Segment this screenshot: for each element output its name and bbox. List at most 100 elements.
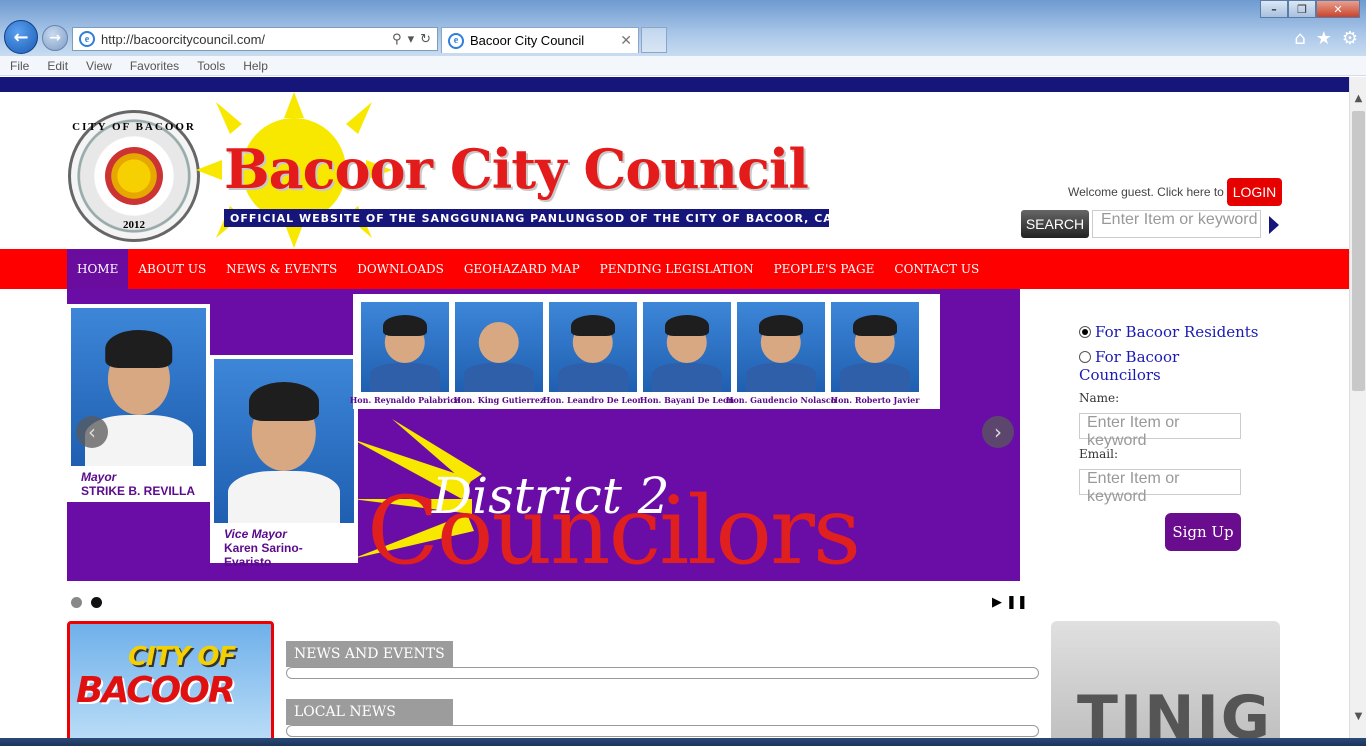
councilor-photo xyxy=(549,302,637,392)
search-input[interactable]: Enter Item or keyword xyxy=(1092,210,1261,238)
radio-councilors-label: For Bacoor Councilors xyxy=(1079,348,1180,384)
councilor-gallery: Hon. Reynaldo Palabrica Hon. King Gutier… xyxy=(350,294,940,409)
menu-favorites[interactable]: Favorites xyxy=(130,59,179,73)
nav-peoples-page[interactable]: PEOPLE'S PAGE xyxy=(764,249,885,289)
site-title[interactable]: Bacoor City Council xyxy=(224,137,809,201)
vice-mayor-title: Vice Mayor xyxy=(224,527,287,541)
mayor-photo-card: Mayor STRIKE B. REVILLA xyxy=(67,304,210,502)
radio-unselected-icon[interactable] xyxy=(1079,351,1091,363)
site-subtitle: OFFICIAL WEBSITE OF THE SANGGUNIANG PANL… xyxy=(224,209,863,227)
scroll-down-icon[interactable]: ▼ xyxy=(1350,708,1366,725)
welcome-text: Welcome guest. Click here to xyxy=(1068,185,1224,199)
name-label: Name: xyxy=(1079,391,1120,405)
slider-dot-1[interactable] xyxy=(71,597,82,608)
tab-title: Bacoor City Council xyxy=(470,33,585,48)
search-button[interactable]: SEARCH xyxy=(1021,210,1089,238)
hero-slider: Mayor STRIKE B. REVILLA Vice Mayor Karen… xyxy=(67,289,1020,581)
slider-prev-button[interactable]: ‹ xyxy=(76,416,108,448)
councilor-card: Hon. Leandro De Leon xyxy=(543,302,643,405)
nav-news-events[interactable]: NEWS & EVENTS xyxy=(216,249,347,289)
refresh-icon[interactable]: ↻ xyxy=(420,32,431,47)
councilor-name: Hon. Roberto Javier xyxy=(830,395,920,405)
seal-name-text: CITY OF BACOOR xyxy=(72,121,196,133)
news-and-events-tab[interactable]: NEWS AND EVENTS xyxy=(286,641,453,667)
local-news-tab[interactable]: LOCAL NEWS xyxy=(286,699,453,725)
page-viewport: CITY OF BACOOR 2012 Bacoor City Council … xyxy=(0,77,1349,738)
gear-icon[interactable]: ⚙ xyxy=(1342,28,1358,49)
sign-up-button[interactable]: Sign Up xyxy=(1165,513,1241,551)
address-url[interactable]: http://bacoorcitycouncil.com/ xyxy=(101,32,386,47)
email-input[interactable]: Enter Item or keyword xyxy=(1079,469,1241,505)
menu-tools[interactable]: Tools xyxy=(197,59,225,73)
slide-heading-district: District 2 xyxy=(432,467,670,525)
radio-councilors[interactable]: For Bacoor Councilors xyxy=(1079,348,1249,384)
nav-downloads[interactable]: DOWNLOADS xyxy=(347,249,454,289)
tab-favicon-icon: e xyxy=(448,32,464,49)
menu-help[interactable]: Help xyxy=(243,59,268,73)
address-bar[interactable]: e http://bacoorcitycouncil.com/ ⚲ ▾ ↻ xyxy=(72,27,438,51)
radio-residents-label: For Bacoor Residents xyxy=(1095,323,1259,341)
councilor-card: Hon. Roberto Javier xyxy=(831,302,919,405)
ie-page-icon: e xyxy=(79,31,95,47)
menu-view[interactable]: View xyxy=(86,59,112,73)
vertical-scrollbar[interactable]: ▲ ▼ xyxy=(1349,77,1366,738)
nav-pending-legislation[interactable]: PENDING LEGISLATION xyxy=(590,249,764,289)
name-input[interactable]: Enter Item or keyword xyxy=(1079,413,1241,449)
councilor-name: Hon. Leandro De Leon xyxy=(542,395,644,405)
favorites-star-icon[interactable]: ★ xyxy=(1316,28,1332,49)
nav-geohazard-map[interactable]: GEOHAZARD MAP xyxy=(454,249,590,289)
slider-dots xyxy=(71,597,102,608)
arrow-left-icon: ← xyxy=(13,26,29,48)
local-news-panel xyxy=(286,725,1039,737)
search-icon[interactable]: ⚲ xyxy=(392,32,402,47)
councilor-photo xyxy=(455,302,543,392)
vice-mayor-photo xyxy=(214,359,354,523)
mayor-title: Mayor xyxy=(81,470,117,484)
tinig-banner[interactable]: TINIG xyxy=(1051,621,1280,738)
dropdown-icon[interactable]: ▾ xyxy=(408,32,415,47)
site-title-part1: Bacoor xyxy=(224,137,433,201)
maximize-button[interactable]: ❐ xyxy=(1288,0,1316,18)
home-icon[interactable]: ⌂ xyxy=(1294,28,1305,49)
window-controls: – ❐ ✕ xyxy=(1260,0,1360,18)
browser-tab[interactable]: e Bacoor City Council ✕ xyxy=(441,27,639,53)
login-button[interactable]: LOGIN xyxy=(1227,178,1282,206)
search-go-arrow-icon[interactable] xyxy=(1269,216,1279,234)
windows-taskbar xyxy=(0,738,1366,746)
nav-about-us[interactable]: ABOUT US xyxy=(128,249,216,289)
pause-icon[interactable]: ❚❚ xyxy=(1006,595,1028,610)
scroll-up-icon[interactable]: ▲ xyxy=(1350,90,1366,107)
close-window-button[interactable]: ✕ xyxy=(1316,0,1360,18)
arrow-right-icon: → xyxy=(49,30,61,46)
forward-button[interactable]: → xyxy=(42,25,68,51)
city-of-bacoor-banner[interactable]: CITY OF BACOOR xyxy=(67,621,274,738)
city-seal-logo[interactable]: CITY OF BACOOR 2012 xyxy=(68,110,200,242)
slider-next-button[interactable]: › xyxy=(982,416,1014,448)
banner-city-of: CITY OF xyxy=(128,642,236,672)
councilor-name: Hon. King Gutierrez xyxy=(453,395,545,405)
menu-file[interactable]: File xyxy=(10,59,29,73)
slider-dot-2[interactable] xyxy=(91,597,102,608)
nav-contact-us[interactable]: CONTACT US xyxy=(884,249,989,289)
seal-sun-emblem xyxy=(105,147,163,205)
councilor-card: Hon. Reynaldo Palabrica xyxy=(350,302,460,405)
councilor-name: Hon. Gaudencio Nolasco xyxy=(725,395,837,405)
radio-selected-icon[interactable] xyxy=(1079,326,1091,338)
menu-edit[interactable]: Edit xyxy=(47,59,68,73)
back-button[interactable]: ← xyxy=(4,20,38,54)
minimize-button[interactable]: – xyxy=(1260,0,1288,18)
browser-titlebar: ← → e http://bacoorcitycouncil.com/ ⚲ ▾ … xyxy=(0,0,1366,56)
news-and-events-panel xyxy=(286,667,1039,679)
councilor-card: Hon. King Gutierrez xyxy=(453,302,545,405)
close-tab-icon[interactable]: ✕ xyxy=(620,33,632,49)
scrollbar-thumb[interactable] xyxy=(1352,111,1365,391)
radio-residents[interactable]: For Bacoor Residents xyxy=(1079,323,1258,341)
top-strip xyxy=(0,77,1349,92)
nav-home[interactable]: HOME xyxy=(67,249,129,289)
new-tab-button[interactable] xyxy=(641,27,667,53)
slider-controls: ▶ ❚❚ xyxy=(992,595,1028,610)
vice-mayor-name: Karen Sarino-Evaristo xyxy=(224,541,303,569)
councilor-card: Hon. Bayani De Leon xyxy=(640,302,734,405)
browser-toolbar-icons: ⌂ ★ ⚙ xyxy=(1294,28,1358,49)
play-icon[interactable]: ▶ xyxy=(992,595,1002,610)
